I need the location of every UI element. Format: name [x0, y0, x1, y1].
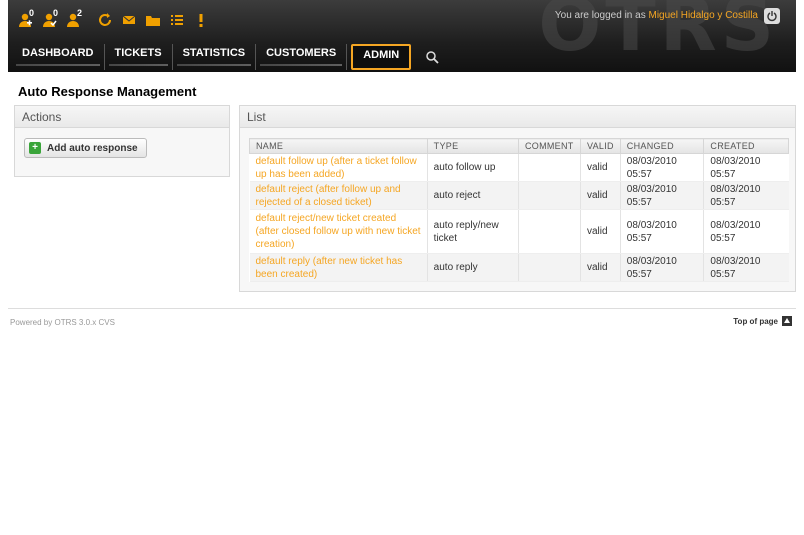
count-badge: 0: [29, 8, 35, 18]
auto-response-link[interactable]: default reject (after follow up and reje…: [256, 184, 401, 208]
table-row[interactable]: default reject (after follow up and reje…: [249, 181, 789, 210]
add-auto-response-button[interactable]: + Add auto response: [24, 138, 147, 158]
powered-by: Powered by OTRS 3.0.x CVS: [10, 318, 115, 327]
auto-response-link[interactable]: default follow up (after a ticket follow…: [256, 156, 417, 180]
row-type-cell: auto reply/new ticket: [427, 209, 519, 254]
row-type-cell: auto reject: [427, 181, 519, 210]
row-comment-cell: [518, 153, 581, 182]
nav-admin-label: ADMIN: [363, 49, 400, 61]
list-panel: List NAME TYPE COMMENT VALID CHANGED CRE…: [239, 105, 796, 292]
nav-underline: [176, 64, 252, 66]
toolbar: 0 0 2: [14, 6, 214, 34]
my-tickets-icon[interactable]: 2: [62, 7, 84, 33]
row-valid-cell: valid: [580, 153, 621, 182]
mail-icon[interactable]: [118, 7, 140, 33]
main-nav: DASHBOARD TICKETS STATISTICS CUSTOMERS A…: [12, 44, 445, 70]
row-created-cell: 08/03/2010 05:57: [703, 209, 789, 254]
count-badge: 2: [77, 8, 83, 18]
column-header-name[interactable]: NAME: [249, 138, 428, 154]
row-changed-cell: 08/03/2010 05:57: [620, 153, 705, 182]
add-auto-response-label: Add auto response: [47, 142, 138, 154]
nav-underline: [260, 64, 343, 66]
header-bar: OTRS 0 0 2 You are logged in as Miguel H…: [8, 0, 796, 72]
locked-tickets-new-icon[interactable]: 0: [14, 7, 36, 33]
search-icon[interactable]: [419, 44, 445, 70]
row-changed-cell: 08/03/2010 05:57: [620, 209, 705, 254]
table-row[interactable]: default follow up (after a ticket follow…: [249, 153, 789, 182]
auto-response-link[interactable]: default reply (after new ticket has been…: [256, 256, 403, 280]
row-name-cell[interactable]: default reject/new ticket created (after…: [249, 209, 428, 254]
table-row[interactable]: default reply (after new ticket has been…: [249, 253, 789, 282]
nav-admin[interactable]: ADMIN: [351, 44, 412, 70]
nav-dashboard[interactable]: DASHBOARD: [12, 44, 105, 70]
top-of-page-label: Top of page: [733, 316, 778, 326]
logout-icon[interactable]: [764, 8, 780, 24]
alert-icon[interactable]: [190, 7, 212, 33]
nav-dashboard-label: DASHBOARD: [22, 47, 94, 59]
refresh-icon[interactable]: [94, 7, 116, 33]
row-changed-cell: 08/03/2010 05:57: [620, 253, 705, 282]
row-type-cell: auto reply: [427, 253, 519, 282]
page-title: Auto Response Management: [18, 84, 197, 99]
row-comment-cell: [518, 253, 581, 282]
nav-statistics-label: STATISTICS: [182, 47, 246, 59]
row-created-cell: 08/03/2010 05:57: [703, 153, 789, 182]
column-header-type[interactable]: TYPE: [426, 138, 519, 154]
row-name-cell[interactable]: default follow up (after a ticket follow…: [249, 153, 428, 182]
row-comment-cell: [518, 209, 581, 254]
table-header-row: NAME TYPE COMMENT VALID CHANGED CREATED: [249, 138, 789, 154]
list-title: List: [240, 106, 795, 128]
row-created-cell: 08/03/2010 05:57: [703, 181, 789, 210]
row-valid-cell: valid: [580, 181, 621, 210]
column-header-comment[interactable]: COMMENT: [517, 138, 581, 154]
login-info: You are logged in as Miguel Hidalgo y Co…: [555, 10, 758, 21]
row-name-cell[interactable]: default reply (after new ticket has been…: [249, 253, 428, 282]
column-header-changed[interactable]: CHANGED: [619, 138, 705, 154]
row-changed-cell: 08/03/2010 05:57: [620, 181, 705, 210]
actions-panel: Actions + Add auto response: [14, 105, 230, 177]
actions-title: Actions: [15, 106, 229, 128]
row-valid-cell: valid: [580, 253, 621, 282]
auto-response-link[interactable]: default reject/new ticket created (after…: [256, 213, 421, 250]
count-badge: 0: [53, 8, 59, 18]
nav-underline: [16, 64, 100, 66]
nav-underline: [108, 64, 168, 66]
column-header-created[interactable]: CREATED: [703, 138, 789, 154]
nav-statistics[interactable]: STATISTICS: [173, 44, 257, 70]
folder-icon[interactable]: [142, 7, 164, 33]
auto-response-table-wrapper: NAME TYPE COMMENT VALID CHANGED CREATED …: [249, 138, 789, 282]
footer-divider: [8, 308, 796, 309]
auto-response-table: NAME TYPE COMMENT VALID CHANGED CREATED …: [249, 138, 789, 282]
row-valid-cell: valid: [580, 209, 621, 254]
user-name-link[interactable]: Miguel Hidalgo y Costilla: [649, 10, 759, 21]
row-name-cell[interactable]: default reject (after follow up and reje…: [249, 181, 428, 210]
column-header-valid[interactable]: VALID: [579, 138, 621, 154]
nav-tickets[interactable]: TICKETS: [105, 44, 173, 70]
table-row[interactable]: default reject/new ticket created (after…: [249, 209, 789, 254]
nav-customers[interactable]: CUSTOMERS: [256, 44, 348, 70]
locked-tickets-icon[interactable]: 0: [38, 7, 60, 33]
row-comment-cell: [518, 181, 581, 210]
top-of-page-link[interactable]: Top of page: [733, 316, 792, 326]
row-created-cell: 08/03/2010 05:57: [703, 253, 789, 282]
login-prefix: You are logged in as: [554, 10, 646, 21]
plus-icon: +: [29, 142, 41, 154]
list-icon[interactable]: [166, 7, 188, 33]
row-type-cell: auto follow up: [427, 153, 519, 182]
nav-tickets-label: TICKETS: [114, 47, 162, 59]
arrow-up-icon: [782, 316, 792, 326]
nav-customers-label: CUSTOMERS: [266, 47, 337, 59]
